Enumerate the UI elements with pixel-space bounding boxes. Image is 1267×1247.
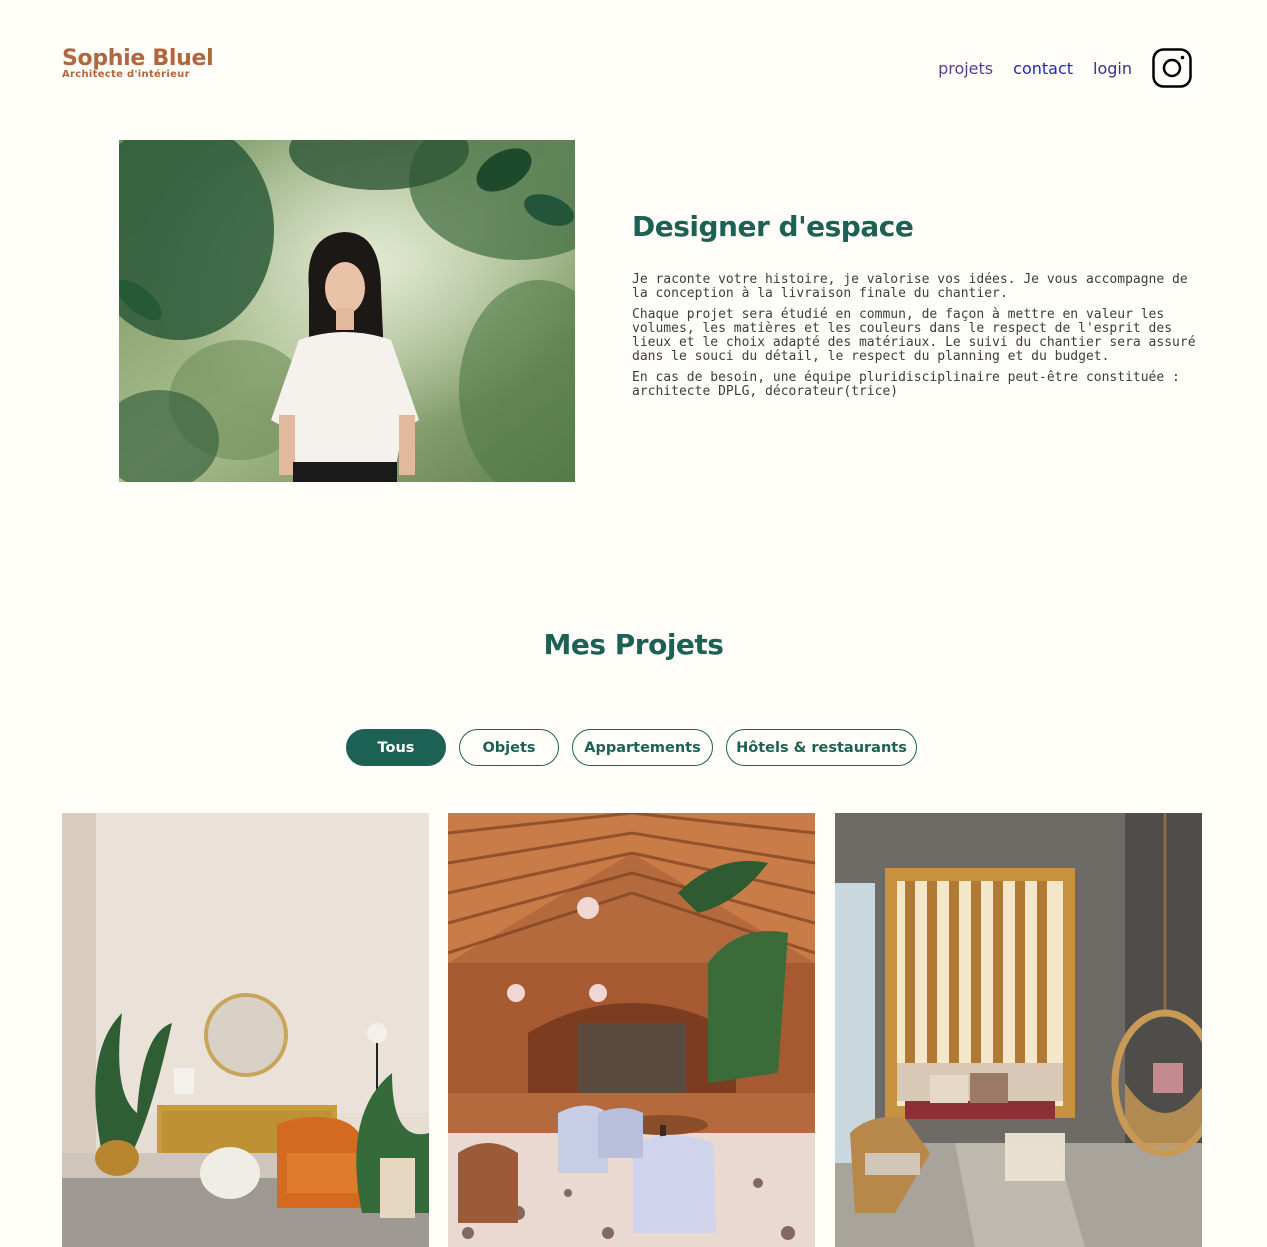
filter-tous[interactable]: Tous <box>346 729 446 766</box>
site-header: Sophie Bluel Architecte d'intérieur proj… <box>62 48 1202 92</box>
intro-paragraph-2: Chaque projet sera étudié en commun, de … <box>632 307 1196 364</box>
nav-contact[interactable]: contact <box>1013 59 1073 78</box>
project-image-restaurant[interactable] <box>448 813 815 1247</box>
project-image-hotel-lounge[interactable] <box>835 813 1202 1247</box>
main-nav: projets contact login <box>918 48 1192 88</box>
nav-projets[interactable]: projets <box>938 59 993 78</box>
logo-title: Sophie Bluel <box>62 46 214 71</box>
intro-paragraph-1: Je raconte votre histoire, je valorise v… <box>632 272 1188 301</box>
instagram-icon[interactable] <box>1152 48 1192 88</box>
intro-text: Designer d'espace Je raconte votre histo… <box>632 210 1207 406</box>
intro-title: Designer d'espace <box>632 210 914 243</box>
nav-login[interactable]: login <box>1093 59 1132 78</box>
filter-bar: Tous Objets Appartements Hôtels & restau… <box>346 729 930 766</box>
gallery <box>62 813 1202 1247</box>
project-image-living-room[interactable] <box>62 813 429 1247</box>
portrait-photo <box>119 140 575 482</box>
filter-appartements[interactable]: Appartements <box>572 729 713 766</box>
intro-paragraph-3: En cas de besoin, une équipe pluridiscip… <box>632 370 1180 399</box>
logo[interactable]: Sophie Bluel Architecte d'intérieur <box>62 46 214 81</box>
projects-title: Mes Projets <box>543 628 724 661</box>
filter-objets[interactable]: Objets <box>459 729 559 766</box>
filter-hotels-restaurants[interactable]: Hôtels & restaurants <box>726 729 917 766</box>
